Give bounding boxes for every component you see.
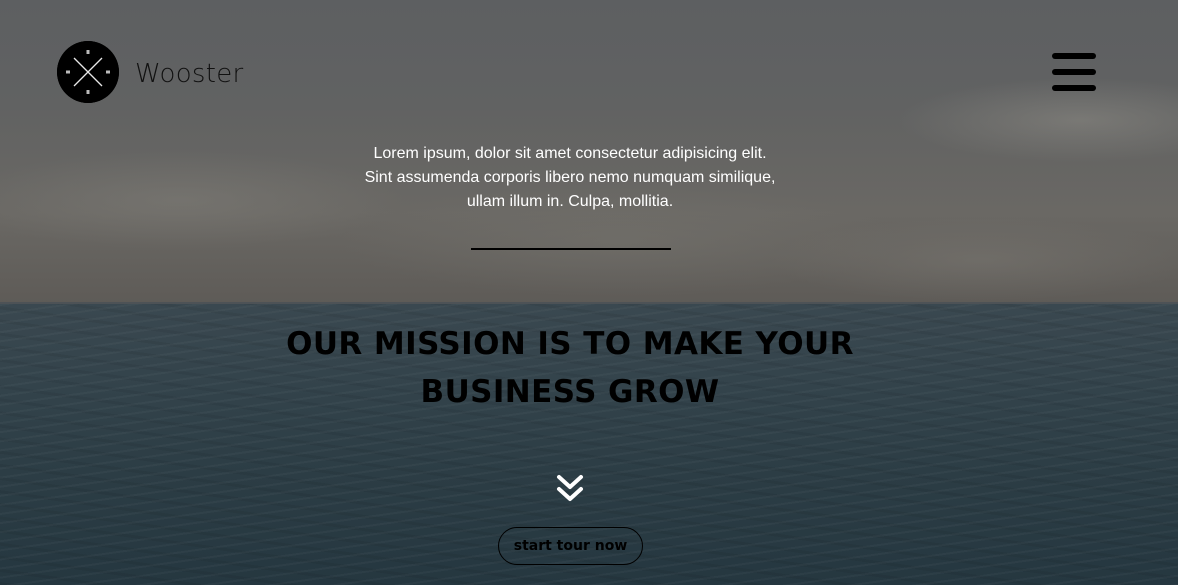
menu-bar-bottom [1052,85,1096,91]
menu-bar-middle [1052,69,1096,75]
menu-bar-top [1052,53,1096,59]
intro-paragraph: Lorem ipsum, dolor sit amet consectetur … [364,145,776,210]
brand-name[interactable]: Wooster [135,56,244,92]
double-chevron-down-icon[interactable] [556,474,584,504]
x-circle-logo-icon[interactable] [57,41,119,103]
hamburger-menu-icon[interactable] [1052,53,1096,91]
section-divider [471,248,671,250]
mission-heading: OUR MISSION IS TO MAKE YOUR BUSINESS GRO… [286,326,854,410]
start-tour-button[interactable]: start tour now [498,527,643,565]
